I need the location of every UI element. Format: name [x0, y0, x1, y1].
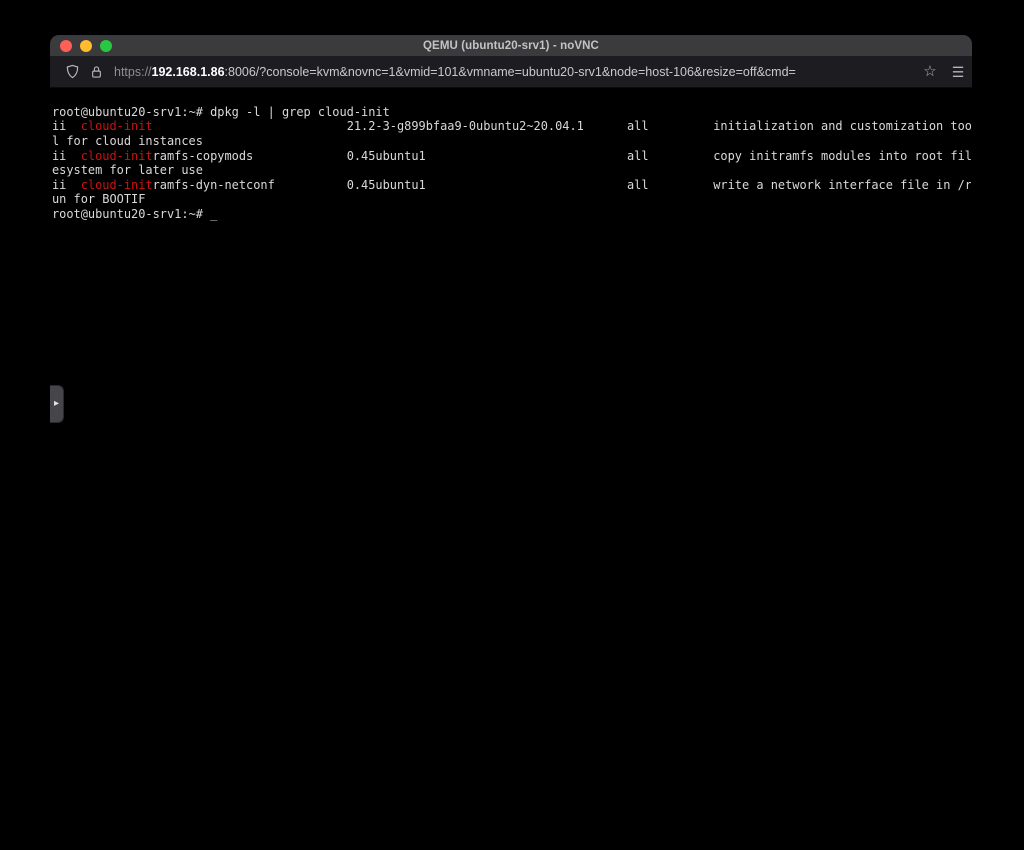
navbar: https://192.168.1.86:8006/?console=kvm&n… — [50, 56, 972, 88]
url-rest: :8006/?console=kvm&novnc=1&vmid=101&vmna… — [224, 64, 796, 79]
window-title: QEMU (ubuntu20-srv1) - noVNC — [423, 39, 599, 52]
vnc-screen[interactable]: root@ubuntu20-srv1:~# dpkg -l | grep clo… — [50, 99, 972, 783]
app-menu-icon[interactable]: ☰ — [940, 62, 965, 82]
terminal-line: esystem for later use — [52, 163, 203, 178]
terminal-line: root@ubuntu20-srv1:~# dpkg -l | grep clo… — [52, 104, 390, 119]
terminal-line: root@ubuntu20-srv1:~# _ — [52, 206, 218, 221]
terminal-line: un for BOOTIF — [52, 192, 146, 207]
url-domain: 192.168.1.86 — [151, 64, 225, 79]
terminal-line: l for cloud instances — [52, 134, 203, 149]
terminal-line: ii cloud-init 21.2-3-g899bfaa9-0ubuntu2~… — [52, 119, 971, 134]
close-button[interactable] — [60, 39, 72, 52]
zoom-button[interactable] — [100, 39, 112, 52]
lock-icon[interactable] — [86, 62, 106, 82]
minimize-button[interactable] — [80, 39, 92, 52]
bookmark-star-icon[interactable]: ☆ — [920, 62, 940, 82]
shield-icon[interactable] — [62, 62, 82, 82]
terminal-line: ii cloud-initramfs-copymods 0.45ubuntu1 … — [52, 148, 971, 163]
terminal-line: ii cloud-initramfs-dyn-netconf 0.45ubunt… — [52, 177, 971, 192]
titlebar: QEMU (ubuntu20-srv1) - noVNC — [50, 35, 972, 56]
traffic-lights — [60, 35, 112, 56]
browser-window: QEMU (ubuntu20-srv1) - noVNC https://192… — [50, 35, 972, 783]
terminal-output: root@ubuntu20-srv1:~# dpkg -l | grep clo… — [50, 100, 972, 221]
novnc-control-handle[interactable]: ▸ — [50, 384, 64, 423]
url-bar[interactable]: https://192.168.1.86:8006/?console=kvm&n… — [114, 65, 910, 79]
chevron-right-icon: ▸ — [53, 397, 60, 409]
url-scheme: https:// — [114, 64, 152, 79]
